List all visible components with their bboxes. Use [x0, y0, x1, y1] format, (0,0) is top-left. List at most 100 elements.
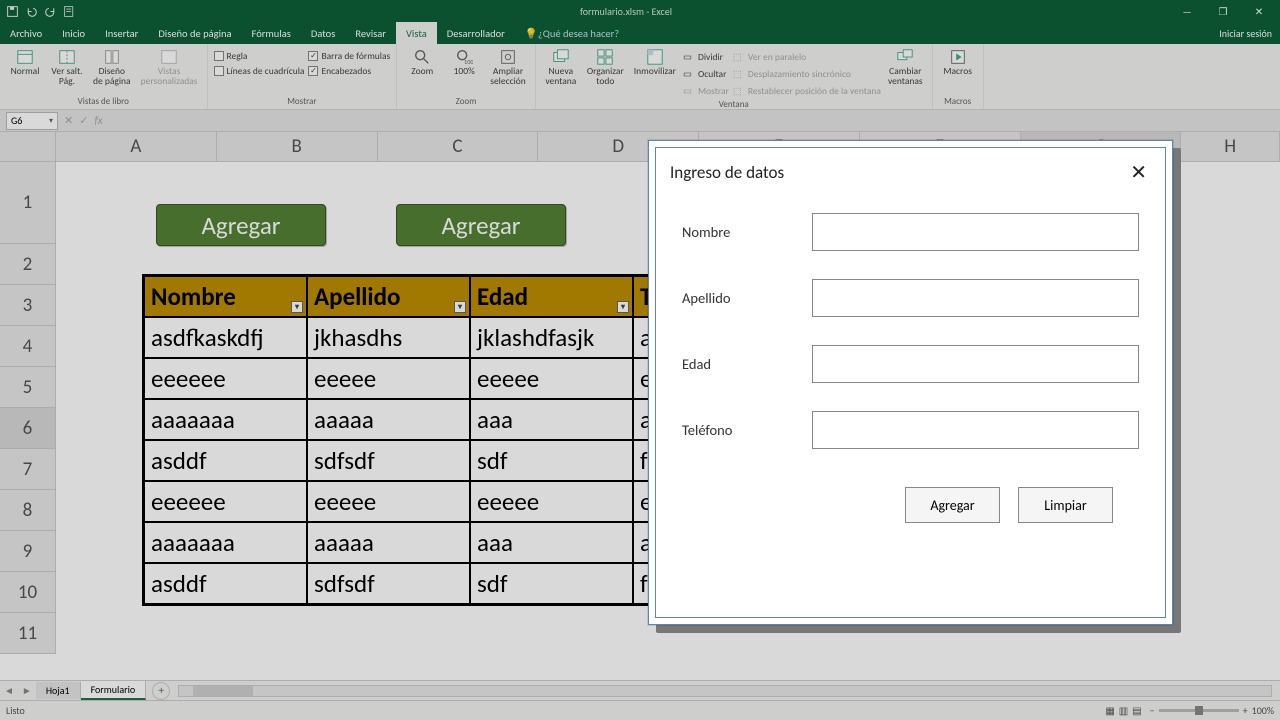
maximize-button[interactable]: ❐: [1206, 1, 1240, 21]
table-cell[interactable]: asdfkaskdfj: [144, 317, 307, 358]
signin[interactable]: Iniciar sesión: [1219, 27, 1280, 40]
switch-windows[interactable]: Cambiar ventanas: [885, 46, 926, 89]
sheet-nav-next[interactable]: ►: [18, 684, 36, 697]
table-cell[interactable]: aaaaa: [307, 522, 470, 563]
table-cell[interactable]: asddf: [144, 440, 307, 481]
zoom-100[interactable]: 100100%: [445, 46, 483, 79]
arrange-all[interactable]: Organizar todo: [584, 46, 627, 89]
table-header[interactable]: Nombre▾: [144, 276, 307, 317]
table-header[interactable]: Apellido▾: [307, 276, 470, 317]
col-header-H[interactable]: H: [1181, 132, 1280, 162]
zoom-out-icon[interactable]: −: [1150, 704, 1155, 717]
row-header-4[interactable]: 4: [0, 326, 56, 367]
table-header[interactable]: Edad▾: [470, 276, 633, 317]
view-page-break[interactable]: Ver salt. Pág.: [48, 46, 86, 89]
reset-pos[interactable]: ⬚Restablecer posición de la ventana: [733, 84, 881, 98]
table-cell[interactable]: sdf: [470, 440, 633, 481]
table-cell[interactable]: eeeee: [470, 481, 633, 522]
zoom-selection[interactable]: Ampliar selección: [487, 46, 529, 89]
tab-diseno[interactable]: Diseño de página: [148, 22, 241, 44]
table-cell[interactable]: eeeee: [307, 358, 470, 399]
chk-lineas[interactable]: Líneas de cuadrícula: [214, 65, 305, 77]
tab-inicio[interactable]: Inicio: [52, 22, 95, 44]
table-cell[interactable]: eeeee: [470, 358, 633, 399]
close-window-button[interactable]: ✕: [1242, 1, 1276, 21]
row-header-1[interactable]: 1: [0, 162, 56, 244]
unhide[interactable]: ▭Mostrar: [683, 84, 729, 98]
worksheet-button-agregar-1[interactable]: Agregar: [156, 204, 326, 246]
view-break-icon[interactable]: ▤: [1132, 704, 1141, 717]
table-cell[interactable]: sdfsdf: [307, 440, 470, 481]
filter-icon[interactable]: ▾: [454, 301, 466, 313]
input-apellido[interactable]: [812, 279, 1139, 317]
minimize-button[interactable]: —: [1170, 1, 1204, 21]
table-cell[interactable]: aaaaaaa: [144, 399, 307, 440]
table-cell[interactable]: sdfsdf: [307, 563, 470, 604]
row-header-5[interactable]: 5: [0, 367, 56, 408]
worksheet-button-agregar-2[interactable]: Agregar: [396, 204, 566, 246]
view-layout-icon[interactable]: ▥: [1119, 704, 1128, 717]
add-sheet-button[interactable]: +: [152, 682, 170, 700]
sheet-nav-prev[interactable]: ◄: [0, 684, 18, 697]
col-header-C[interactable]: C: [378, 132, 539, 162]
table-cell[interactable]: asddf: [144, 563, 307, 604]
select-all-corner[interactable]: [0, 132, 56, 162]
sheet-tab-formulario[interactable]: Formulario: [81, 681, 147, 700]
input-nombre[interactable]: [812, 213, 1139, 251]
tellme[interactable]: 💡 ¿Qué desea hacer?: [515, 22, 629, 44]
view-side-by-side[interactable]: ⬚Ver en paralelo: [733, 50, 881, 64]
row-header-3[interactable]: 3: [0, 285, 56, 326]
fx-icon[interactable]: fx: [94, 114, 102, 127]
close-icon[interactable]: ✕: [1126, 160, 1151, 185]
tab-revisar[interactable]: Revisar: [345, 22, 396, 44]
view-normal[interactable]: Normal: [6, 46, 44, 79]
view-custom[interactable]: Vistas personalizadas: [138, 46, 201, 89]
cancel-icon[interactable]: ✕: [64, 114, 73, 127]
tab-vista[interactable]: Vista: [396, 22, 437, 44]
redo-icon[interactable]: [44, 5, 57, 18]
filter-icon[interactable]: ▾: [617, 301, 629, 313]
table-cell[interactable]: aaa: [470, 399, 633, 440]
tab-insertar[interactable]: Insertar: [95, 22, 148, 44]
filter-icon[interactable]: ▾: [291, 301, 303, 313]
input-telefono[interactable]: [812, 411, 1139, 449]
undo-icon[interactable]: [25, 5, 38, 18]
hide[interactable]: ▭Ocultar: [683, 67, 729, 81]
zoom-button[interactable]: Zoom: [403, 46, 441, 79]
tab-desarrollador[interactable]: Desarrollador: [437, 22, 515, 44]
save-icon[interactable]: [6, 5, 19, 18]
form-icon[interactable]: [63, 5, 76, 18]
sync-scroll[interactable]: ⬚Desplazamiento sincrónico: [733, 67, 881, 81]
horizontal-scrollbar[interactable]: [178, 685, 1272, 697]
chk-barra[interactable]: ✓Barra de fórmulas: [308, 50, 390, 62]
view-page-layout[interactable]: Diseño de página: [90, 46, 134, 89]
table-cell[interactable]: eeeeee: [144, 481, 307, 522]
row-header-8[interactable]: 8: [0, 490, 56, 531]
freeze-panes[interactable]: Inmovilizar: [631, 46, 679, 79]
input-edad[interactable]: [812, 345, 1139, 383]
table-cell[interactable]: eeeeee: [144, 358, 307, 399]
tab-formulas[interactable]: Fórmulas: [242, 22, 301, 44]
macros-button[interactable]: Macros: [939, 46, 977, 79]
col-header-A[interactable]: A: [56, 132, 217, 162]
new-window[interactable]: Nueva ventana: [542, 46, 580, 89]
table-cell[interactable]: aaaaa: [307, 399, 470, 440]
sheet-tab-hoja1[interactable]: Hoja1: [36, 682, 81, 699]
tab-archivo[interactable]: Archivo: [0, 22, 52, 44]
row-header-2[interactable]: 2: [0, 244, 56, 285]
table-cell[interactable]: eeeee: [307, 481, 470, 522]
row-header-7[interactable]: 7: [0, 449, 56, 490]
view-normal-icon[interactable]: ▦: [1105, 704, 1114, 717]
table-cell[interactable]: jklashdfasjk: [470, 317, 633, 358]
tab-datos[interactable]: Datos: [301, 22, 345, 44]
row-header-11[interactable]: 11: [0, 613, 56, 654]
chevron-down-icon[interactable]: ▾: [49, 116, 53, 126]
table-cell[interactable]: aaa: [470, 522, 633, 563]
row-header-9[interactable]: 9: [0, 531, 56, 572]
dialog-agregar-button[interactable]: Agregar: [905, 487, 1000, 523]
split[interactable]: ▭Dividir: [683, 50, 729, 64]
chk-regla[interactable]: Regla: [214, 50, 305, 62]
table-cell[interactable]: jkhasdhs: [307, 317, 470, 358]
col-header-B[interactable]: B: [217, 132, 378, 162]
zoom-in-icon[interactable]: +: [1243, 704, 1248, 717]
